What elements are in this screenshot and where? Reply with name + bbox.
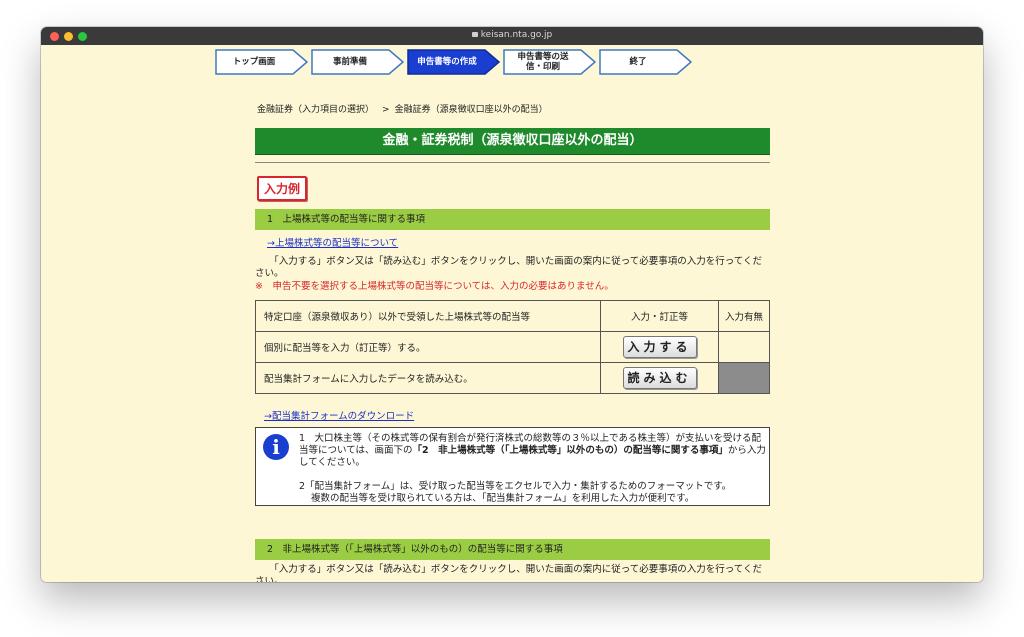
load-button[interactable]: 読み込む <box>622 367 697 389</box>
info-box: i 1 大口株主等（その株式等の保有割合が発行済株式の総数等の３％以上である株主… <box>255 427 770 506</box>
info-icon: i <box>263 434 289 460</box>
section2-instruction: 「入力する」ボタン又は「読み込む」ボタンをクリックし、開いた画面の案内に従って必… <box>255 564 763 582</box>
example-badge: 入力例 <box>257 176 308 201</box>
step-label: 申告書等の送信・印刷 <box>517 52 569 72</box>
table-header-cell: 入力有無 <box>718 300 770 332</box>
page-title: 金融・証券税制（源泉徴収口座以外の配当） <box>255 128 770 155</box>
info-item-1-bold: 「2 非上場株式等（「上場株式等」以外のもの）の配当等に関する事項」 <box>412 445 728 456</box>
button-cell: 読み込む <box>600 362 719 394</box>
browser-window: keisan.nta.go.jp トップ画面 事前準備 申告書等の作成 申告書等の送信… <box>41 27 983 582</box>
table-header-cell: 入力・訂正等 <box>600 300 719 332</box>
info-item-2-line: 複数の配当等を受け取られている方は、「配当集計フォーム」を利用した入力が便利です… <box>311 493 695 504</box>
lock-icon <box>471 32 478 37</box>
row-label: 配当集計フォームに入力したデータを読み込む。 <box>255 362 601 394</box>
input-button[interactable]: 入力する <box>622 336 697 358</box>
input-status-cell <box>718 362 770 394</box>
table-header-cell: 特定口座（源泉徴収あり）以外で受領した上場株式等の配当等 <box>255 300 601 332</box>
divider <box>255 162 770 163</box>
step-label: 終了 <box>629 57 647 67</box>
section1-warning: ※ 申告不要を選択する上場株式等の配当等については、入力の必要はありません。 <box>255 281 614 292</box>
input-status-cell <box>718 331 770 363</box>
breadcrumb: 金融証券（入力項目の選択） > 金融証券（源泉徴収口座以外の配当） <box>257 102 548 115</box>
section1-heading: 1 上場株式等の配当等に関する事項 <box>255 209 770 230</box>
section1-instruction: 「入力する」ボタン又は「読み込む」ボタンをクリックし、開いた画面の案内に従って必… <box>255 256 763 279</box>
step-label: 申告書等の作成 <box>417 57 477 67</box>
button-cell: 入力する <box>600 331 719 363</box>
row-label: 個別に配当等を入力（訂正等）する。 <box>255 331 601 363</box>
section2-heading: 2 非上場株式等（「上場株式等」以外のもの）の配当等に関する事項 <box>255 539 770 560</box>
table-row: 配当集計フォームに入力したデータを読み込む。 読み込む <box>255 362 770 394</box>
table-row: 個別に配当等を入力（訂正等）する。 入力する <box>255 331 770 363</box>
about-listed-dividends-link[interactable]: →上場株式等の配当等について <box>267 235 398 249</box>
info-item-1: 1 大口株主等（その株式等の保有割合が発行済株式の総数等の３％以上である株主等）… <box>299 433 767 469</box>
table-header-row: 特定口座（源泉徴収あり）以外で受領した上場株式等の配当等 入力・訂正等 入力有無 <box>255 300 770 332</box>
step-label: 事前準備 <box>332 57 367 67</box>
address-bar[interactable]: keisan.nta.go.jp <box>41 30 983 40</box>
url-text: keisan.nta.go.jp <box>480 30 553 40</box>
browser-titlebar: keisan.nta.go.jp <box>41 27 983 45</box>
info-item-2: 2「配当集計フォーム」は、受け取った配当等をエクセルで入力・集計するためのフォー… <box>299 481 767 505</box>
step-label: トップ画面 <box>232 57 276 67</box>
breadcrumb-current: 金融証券（源泉徴収口座以外の配当） <box>394 105 548 115</box>
download-form-link[interactable]: →配当集計フォームのダウンロード <box>264 408 414 422</box>
breadcrumb-parent: 金融証券（入力項目の選択） <box>257 105 375 115</box>
page-content: トップ画面 事前準備 申告書等の作成 申告書等の送信・印刷 終了 金融証券（入力項目の選… <box>41 45 983 582</box>
info-item-2-line: 2「配当集計フォーム」は、受け取った配当等をエクセルで入力・集計するためのフォー… <box>299 481 732 492</box>
breadcrumb-separator: > <box>382 105 390 115</box>
dividend-input-table: 特定口座（源泉徴収あり）以外で受領した上場株式等の配当等 入力・訂正等 入力有無… <box>255 300 770 394</box>
